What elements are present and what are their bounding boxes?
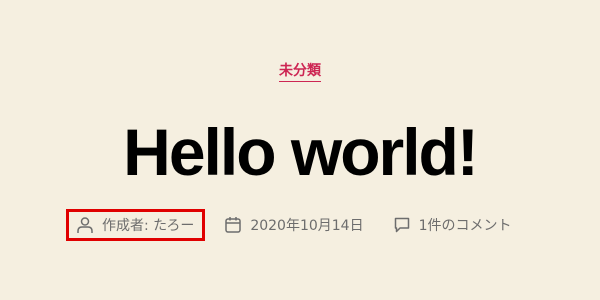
user-icon <box>75 215 95 235</box>
category-link[interactable]: 未分類 <box>279 62 321 82</box>
post-meta: 作成者: たろー 2020年10月14日 1件のコメント <box>66 209 512 241</box>
post-categories: 未分類 <box>0 60 600 82</box>
post-title: Hello world! <box>123 115 479 189</box>
post-comments: 1件のコメント <box>392 210 512 240</box>
post-author-link[interactable]: 作成者: たろー <box>102 215 194 235</box>
comment-icon <box>392 215 412 235</box>
post-author-highlighted: 作成者: たろー <box>66 209 206 241</box>
post-date-link[interactable]: 2020年10月14日 <box>250 215 363 235</box>
post-comments-link[interactable]: 1件のコメント <box>419 215 512 235</box>
calendar-icon <box>223 215 243 235</box>
post-date: 2020年10月14日 <box>223 210 364 240</box>
